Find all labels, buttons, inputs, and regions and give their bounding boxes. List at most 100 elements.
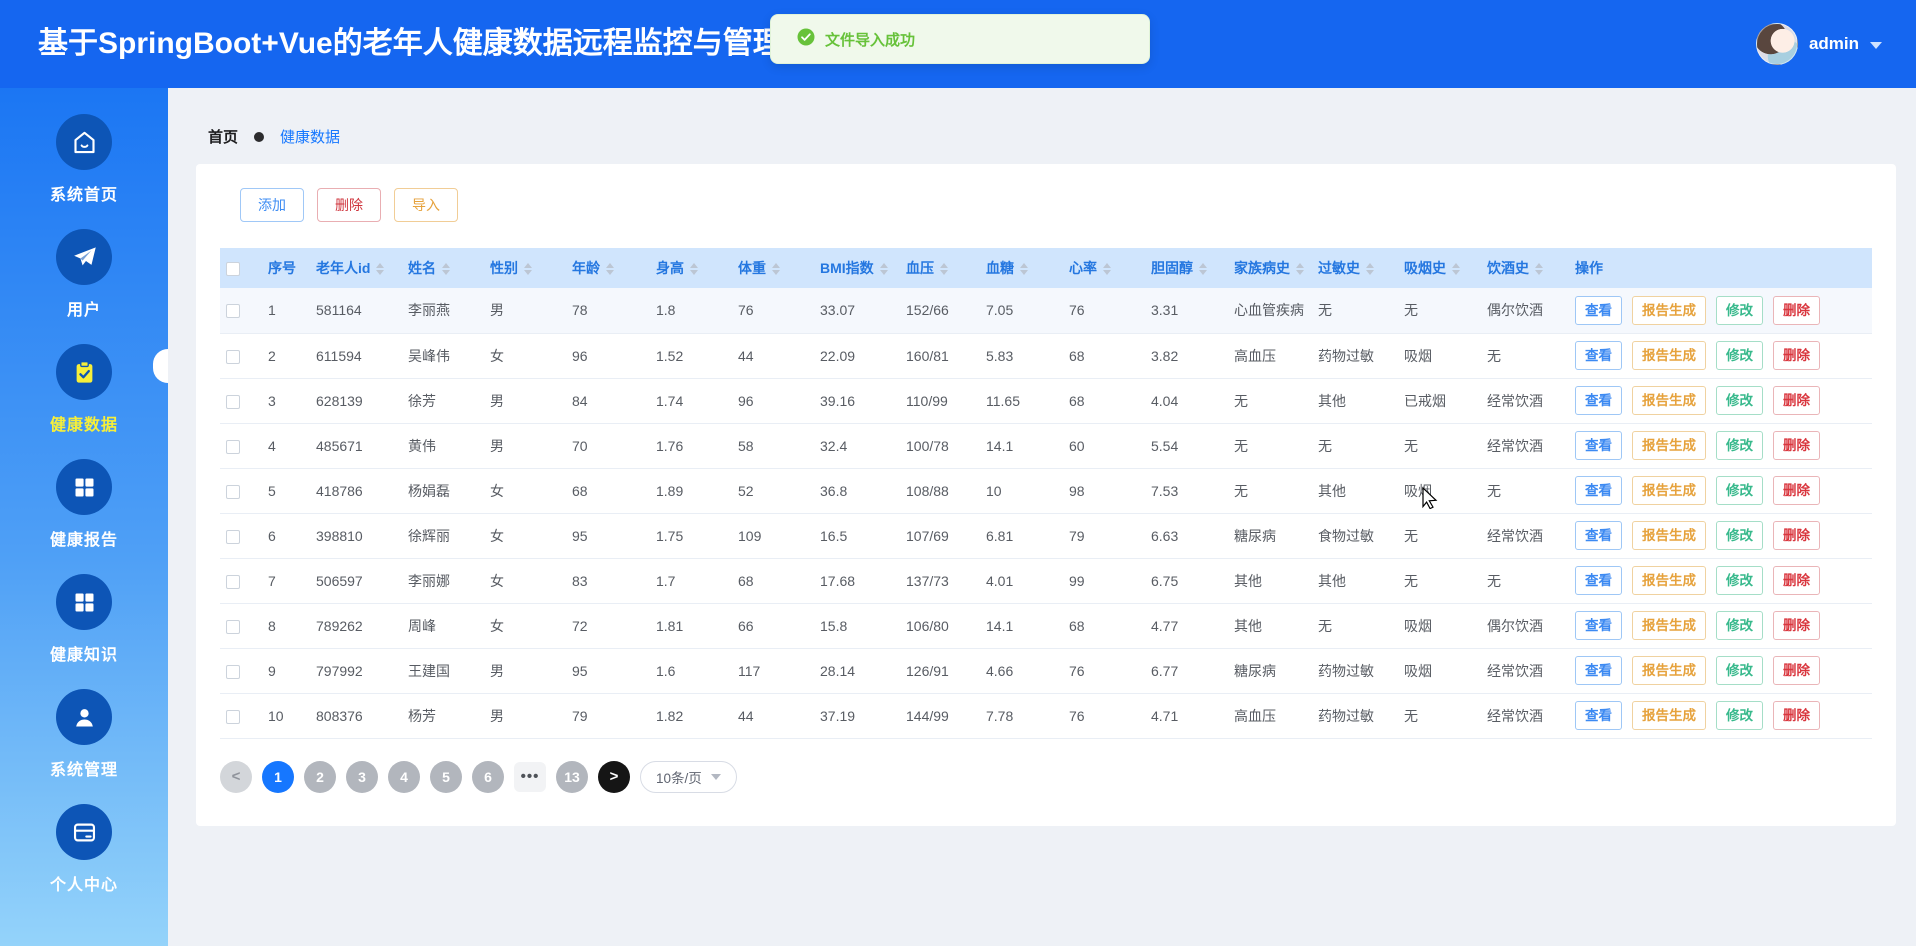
generate-report-button[interactable]: 报告生成 [1632, 475, 1706, 506]
view-button[interactable]: 查看 [1575, 700, 1622, 731]
column-header-8[interactable]: BMI指数 [814, 248, 900, 288]
sort-carets-icon[interactable] [1366, 263, 1374, 276]
sort-carets-icon[interactable] [1103, 263, 1111, 276]
page-button-6[interactable]: 6 [472, 760, 504, 793]
edit-button[interactable]: 修改 [1716, 655, 1763, 686]
sort-carets-icon[interactable] [690, 263, 698, 276]
row-checkbox[interactable] [226, 484, 240, 499]
sidebar-item-users[interactable]: 用户 [0, 217, 168, 332]
view-button[interactable]: 查看 [1575, 475, 1622, 506]
delete-row-button[interactable]: 删除 [1773, 385, 1820, 416]
sort-carets-icon[interactable] [376, 263, 385, 276]
view-button[interactable]: 查看 [1575, 340, 1622, 371]
edit-button[interactable]: 修改 [1716, 430, 1763, 461]
view-button[interactable]: 查看 [1575, 610, 1622, 641]
delete-row-button[interactable]: 删除 [1773, 430, 1820, 461]
generate-report-button[interactable]: 报告生成 [1632, 700, 1706, 731]
column-header-3[interactable]: 姓名 [402, 248, 484, 288]
page-button-13[interactable]: 13 [556, 760, 588, 793]
edit-button[interactable]: 修改 [1716, 520, 1763, 551]
sort-carets-icon[interactable] [1535, 263, 1543, 276]
page-button-1[interactable]: 1 [262, 760, 294, 793]
view-button[interactable]: 查看 [1575, 520, 1622, 551]
edit-button[interactable]: 修改 [1716, 565, 1763, 596]
column-header-14[interactable]: 过敏史 [1312, 248, 1398, 288]
view-button[interactable]: 查看 [1575, 295, 1622, 325]
generate-report-button[interactable]: 报告生成 [1632, 385, 1706, 416]
generate-report-button[interactable]: 报告生成 [1632, 295, 1706, 325]
column-header-11[interactable]: 心率 [1063, 248, 1145, 288]
row-checkbox[interactable] [226, 304, 240, 319]
generate-report-button[interactable]: 报告生成 [1632, 655, 1706, 686]
sort-carets-icon[interactable] [442, 263, 450, 276]
edit-button[interactable]: 修改 [1716, 700, 1763, 731]
delete-row-button[interactable]: 删除 [1773, 340, 1820, 371]
generate-report-button[interactable]: 报告生成 [1632, 520, 1706, 551]
edit-button[interactable]: 修改 [1716, 475, 1763, 506]
column-header-9[interactable]: 血压 [900, 248, 980, 288]
delete-row-button[interactable]: 删除 [1773, 520, 1820, 551]
delete-button[interactable]: 删除 [317, 188, 381, 222]
generate-report-button[interactable]: 报告生成 [1632, 340, 1706, 371]
sort-carets-icon[interactable] [772, 263, 780, 276]
select-all-checkbox[interactable] [226, 262, 240, 277]
column-header-13[interactable]: 家族病史 [1228, 248, 1312, 288]
edit-button[interactable]: 修改 [1716, 340, 1763, 371]
sort-carets-icon[interactable] [606, 263, 614, 276]
column-header-2[interactable]: 老年人id [310, 248, 402, 288]
row-checkbox[interactable] [226, 394, 240, 409]
add-button[interactable]: 添加 [240, 188, 304, 222]
sidebar-item-profile[interactable]: 个人中心 [0, 792, 168, 907]
prev-page-button[interactable]: < [220, 760, 252, 793]
column-header-15[interactable]: 吸烟史 [1398, 248, 1481, 288]
delete-row-button[interactable]: 删除 [1773, 655, 1820, 686]
sort-carets-icon[interactable] [524, 263, 532, 276]
column-header-7[interactable]: 体重 [732, 248, 814, 288]
sidebar-item-health-report[interactable]: 健康报告 [0, 447, 168, 562]
page-button-5[interactable]: 5 [430, 760, 462, 793]
column-header-4[interactable]: 性别 [484, 248, 566, 288]
delete-row-button[interactable]: 删除 [1773, 700, 1820, 731]
row-checkbox[interactable] [226, 439, 240, 454]
page-size-select[interactable]: 10条/页 [640, 760, 737, 793]
row-checkbox[interactable] [226, 664, 240, 679]
sort-carets-icon[interactable] [879, 263, 888, 276]
page-ellipsis[interactable]: ••• [514, 761, 546, 792]
row-checkbox[interactable] [226, 529, 240, 544]
view-button[interactable]: 查看 [1575, 430, 1622, 461]
sort-carets-icon[interactable] [1020, 263, 1028, 276]
delete-row-button[interactable]: 删除 [1773, 475, 1820, 506]
column-header-6[interactable]: 身高 [650, 248, 732, 288]
generate-report-button[interactable]: 报告生成 [1632, 565, 1706, 596]
delete-row-button[interactable]: 删除 [1773, 295, 1820, 325]
edit-button[interactable]: 修改 [1716, 385, 1763, 416]
page-button-3[interactable]: 3 [346, 760, 378, 793]
edit-button[interactable]: 修改 [1716, 295, 1763, 325]
sidebar-item-system-management[interactable]: 系统管理 [0, 677, 168, 792]
sort-carets-icon[interactable] [1199, 263, 1207, 276]
sort-carets-icon[interactable] [940, 263, 948, 276]
generate-report-button[interactable]: 报告生成 [1632, 430, 1706, 461]
row-checkbox[interactable] [226, 619, 240, 634]
sidebar-item-health-knowledge[interactable]: 健康知识 [0, 562, 168, 677]
sort-carets-icon[interactable] [1452, 263, 1460, 276]
row-checkbox[interactable] [226, 574, 240, 589]
generate-report-button[interactable]: 报告生成 [1632, 610, 1706, 641]
sidebar-item-home[interactable]: 系统首页 [0, 102, 168, 217]
edit-button[interactable]: 修改 [1716, 610, 1763, 641]
delete-row-button[interactable]: 删除 [1773, 565, 1820, 596]
row-checkbox[interactable] [226, 349, 240, 364]
breadcrumb-current[interactable]: 健康数据 [280, 126, 340, 147]
import-button[interactable]: 导入 [394, 188, 458, 222]
column-header-16[interactable]: 饮酒史 [1481, 248, 1569, 288]
page-button-2[interactable]: 2 [304, 760, 336, 793]
view-button[interactable]: 查看 [1575, 385, 1622, 416]
column-header-12[interactable]: 胆固醇 [1145, 248, 1228, 288]
delete-row-button[interactable]: 删除 [1773, 610, 1820, 641]
column-header-10[interactable]: 血糖 [980, 248, 1063, 288]
column-header-5[interactable]: 年龄 [566, 248, 650, 288]
sidebar-item-health-data[interactable]: 健康数据 [0, 332, 168, 447]
user-menu[interactable]: admin [1755, 22, 1882, 66]
row-checkbox[interactable] [226, 709, 240, 724]
next-page-button[interactable]: > [598, 760, 630, 793]
